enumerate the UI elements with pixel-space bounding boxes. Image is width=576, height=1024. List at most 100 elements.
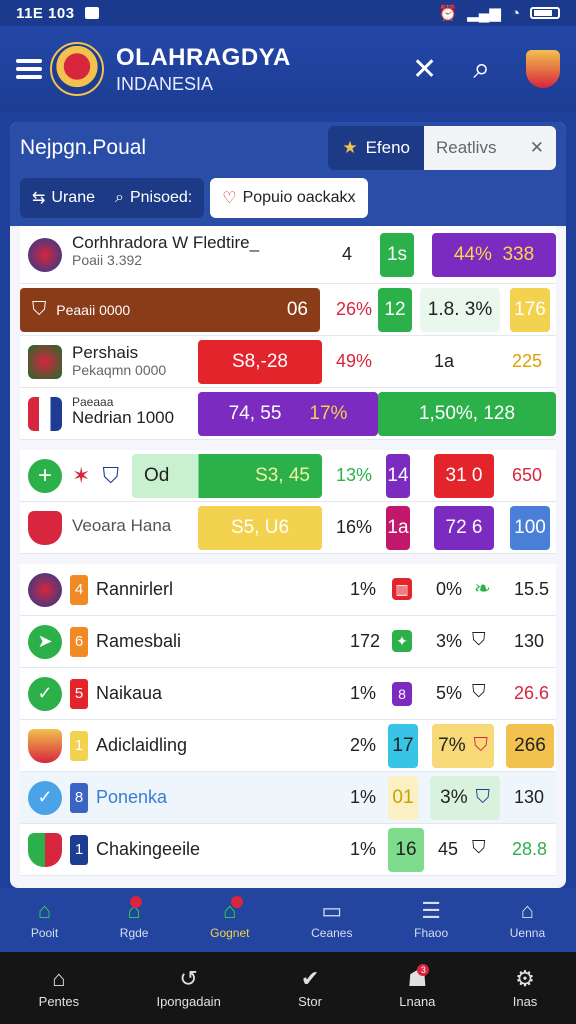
stat-cell: 1.8. 3% bbox=[420, 288, 500, 332]
team-cell: ⛉ Peaaii 0000 06 bbox=[20, 288, 320, 332]
shield-icon: ⛉ bbox=[102, 462, 119, 488]
table-row[interactable]: Veoara Hana S5, U6 16% 1a 72 6 100 bbox=[20, 502, 556, 554]
table-row[interactable]: Paeaaa Nedrian 1000 74, 55 17% 1,50%, 12… bbox=[20, 388, 556, 440]
team-name: Paeaaa Nedrian 1000 bbox=[72, 395, 175, 428]
add-icon[interactable]: + bbox=[28, 458, 62, 493]
row-divider bbox=[20, 440, 556, 450]
table-row[interactable]: 1 Adiclaidling 2% 17 7% ⛉ 266 bbox=[20, 720, 556, 772]
stat-cell: 130 bbox=[514, 631, 545, 651]
check-icon[interactable]: ✓ bbox=[28, 676, 62, 711]
stat-cell: 26% bbox=[336, 299, 373, 319]
rank-badge: 5 bbox=[70, 678, 88, 709]
shield-small-icon: ⛉ bbox=[472, 681, 486, 701]
document-icon: ☰ bbox=[421, 898, 441, 923]
team-crest-icon bbox=[28, 396, 62, 431]
nav-rgde[interactable]: ⌂ Rgde bbox=[119, 896, 149, 940]
nav-gognet[interactable]: ⌂ Gognet bbox=[210, 896, 249, 940]
stat-cell: 28.8 bbox=[512, 839, 548, 859]
table-row[interactable]: 4 Rannirlerl 1% ▥ 0% ❧ 15.5 bbox=[20, 564, 556, 616]
heart-icon: ♡ bbox=[222, 190, 237, 207]
stat-cell: 1% bbox=[350, 839, 377, 859]
nav-pentes[interactable]: ⌂ Pentes bbox=[38, 965, 80, 1009]
rank-badge: 8 bbox=[70, 782, 88, 813]
table-row[interactable]: ✓ 8 Ponenka 1% 01 3% ⛉ 130 bbox=[20, 772, 556, 824]
table-row[interactable]: + ✶ ⛉ Od S3, 45 13% 14 31 0 650 bbox=[20, 450, 556, 502]
stat-cell: 130 bbox=[514, 787, 545, 807]
stat-value: 06 bbox=[286, 299, 308, 320]
team-sub-text: Peaaii 0000 bbox=[56, 302, 131, 318]
team-name-text: Veoara Hana bbox=[72, 516, 172, 535]
stat-value: 74, 55 bbox=[228, 403, 282, 424]
panel-title: Nejpgn.Poual bbox=[20, 136, 147, 159]
stat-cell: 1a bbox=[386, 506, 410, 550]
rank-badge: 1 bbox=[70, 730, 88, 761]
signal-icon: ▂▄▆ bbox=[467, 5, 501, 22]
team-crest-icon bbox=[28, 510, 62, 545]
rank-badge: 1 bbox=[70, 834, 88, 865]
nav-stor[interactable]: ✔ Stor bbox=[298, 965, 322, 1009]
nav-uenna[interactable]: ⌂ Uenna bbox=[510, 900, 545, 941]
battery-icon bbox=[530, 7, 560, 19]
favorites-button[interactable]: ★ Efeno bbox=[328, 126, 424, 170]
play-icon[interactable]: ➤ bbox=[28, 624, 62, 659]
table-row[interactable]: ✓ 5 Naikaua 1% 8 5% ⛉ 26.6 bbox=[20, 668, 556, 720]
nav-label: Ipongadain bbox=[156, 993, 221, 1009]
section-nav: ⌂ Pooit ⌂ Rgde ⌂ Gognet ▭ Ceanes ☰ Fhaoo ⌂ Uen… bbox=[0, 888, 576, 952]
tab-popular[interactable]: ♡ Popuio oackakx bbox=[210, 178, 368, 218]
profile-crest-icon[interactable] bbox=[526, 50, 560, 88]
menu-icon[interactable] bbox=[16, 59, 42, 79]
stat-cell: 1% bbox=[350, 787, 377, 807]
stat-cell: 17 bbox=[388, 724, 418, 768]
team-name-text: Corhhradora W Fledtire_ bbox=[72, 233, 260, 252]
team-sub-text: Nedrian 1000 bbox=[72, 408, 175, 428]
table-row[interactable]: ⛉ Peaaii 0000 06 26% 12 1.8. 3% 176 bbox=[20, 284, 556, 336]
stat-cell: 44% 338 bbox=[432, 233, 556, 277]
stat-cell: 14 bbox=[386, 454, 410, 498]
team-crest-icon bbox=[28, 237, 62, 272]
nav-pooit[interactable]: ⌂ Pooit bbox=[31, 900, 58, 941]
stat-cell: 8 bbox=[392, 682, 412, 706]
nav-lnana[interactable]: ☗ 3 Lnana bbox=[399, 963, 435, 1009]
stat-cell: 49% bbox=[336, 351, 373, 371]
nav-inas[interactable]: ⚙ Inas bbox=[512, 967, 538, 1009]
search-icon[interactable]: ⌕ bbox=[473, 52, 490, 86]
star-icon: ★ bbox=[342, 138, 358, 157]
clear-icon[interactable]: ✕ bbox=[530, 138, 544, 158]
favorites-label: Efeno bbox=[365, 138, 410, 157]
team-sub-text: Pekaqmn 0000 bbox=[72, 361, 167, 378]
stat-cell: 74, 55 17% bbox=[198, 392, 378, 436]
search-small-icon: ⌕ bbox=[114, 189, 124, 206]
nav-ceanes[interactable]: ▭ Ceanes bbox=[311, 900, 352, 941]
table-row[interactable]: Pershais Pekaqmn 0000 S8,-28 49% 1a 225 bbox=[20, 336, 556, 388]
filter-input-value: Reatlivs bbox=[436, 138, 497, 157]
table-row[interactable]: ➤ 6 Ramesbali 172 ✦ 3% ⛉ 130 bbox=[20, 616, 556, 668]
nav-label: Stor bbox=[298, 993, 322, 1009]
table-row[interactable]: Corhhradora W Fledtire_ Poaii 3.392 4 1s… bbox=[20, 226, 556, 284]
check-circle-icon[interactable]: ✓ bbox=[28, 780, 62, 815]
tab-label: Urane bbox=[51, 189, 95, 206]
team-crest-icon bbox=[28, 832, 62, 867]
status-bar: 11E 103 ⏰ ▂▄▆ ◔ bbox=[0, 0, 576, 26]
nav-fhaoo[interactable]: ☰ Fhaoo bbox=[414, 898, 448, 941]
stat-cell: 3% bbox=[436, 631, 463, 651]
tab-urane[interactable]: ⇆ Urane ⌕ Pnisoed: bbox=[20, 178, 205, 218]
home-icon: ⌂ bbox=[52, 965, 66, 991]
stat-cell: 1,50%, 128 bbox=[378, 392, 556, 436]
table-row[interactable]: 1 Chakingeeile 1% 16 45 ⛉ 28.8 bbox=[20, 824, 556, 876]
nav-label: Inas bbox=[512, 993, 538, 1009]
nav-ipongadain[interactable]: ↺ Ipongadain bbox=[156, 967, 221, 1009]
tab-label: Popuio oackakx bbox=[242, 189, 356, 206]
nav-label: Pentes bbox=[38, 993, 80, 1009]
stat-cell: 01 bbox=[388, 776, 418, 820]
close-icon[interactable]: ✕ bbox=[412, 52, 437, 87]
stat-cell: 16 bbox=[388, 828, 424, 872]
panel-toolbar: Nejpgn.Poual ★ Efeno Reatlivs ✕ ⇆ Urane … bbox=[10, 122, 566, 226]
nav-label: Rgde bbox=[119, 926, 149, 940]
check-circle-icon: ✔ bbox=[300, 965, 320, 991]
tab-label: Pnisoed: bbox=[129, 189, 193, 206]
stat-cell: Od S3, 45 bbox=[132, 454, 322, 498]
filter-input[interactable]: Reatlivs ✕ bbox=[424, 126, 556, 170]
stat-cell: 26.6 bbox=[514, 683, 550, 703]
star-small-icon: ✦ bbox=[392, 630, 412, 652]
team-name-text: Adiclaidling bbox=[96, 735, 188, 755]
